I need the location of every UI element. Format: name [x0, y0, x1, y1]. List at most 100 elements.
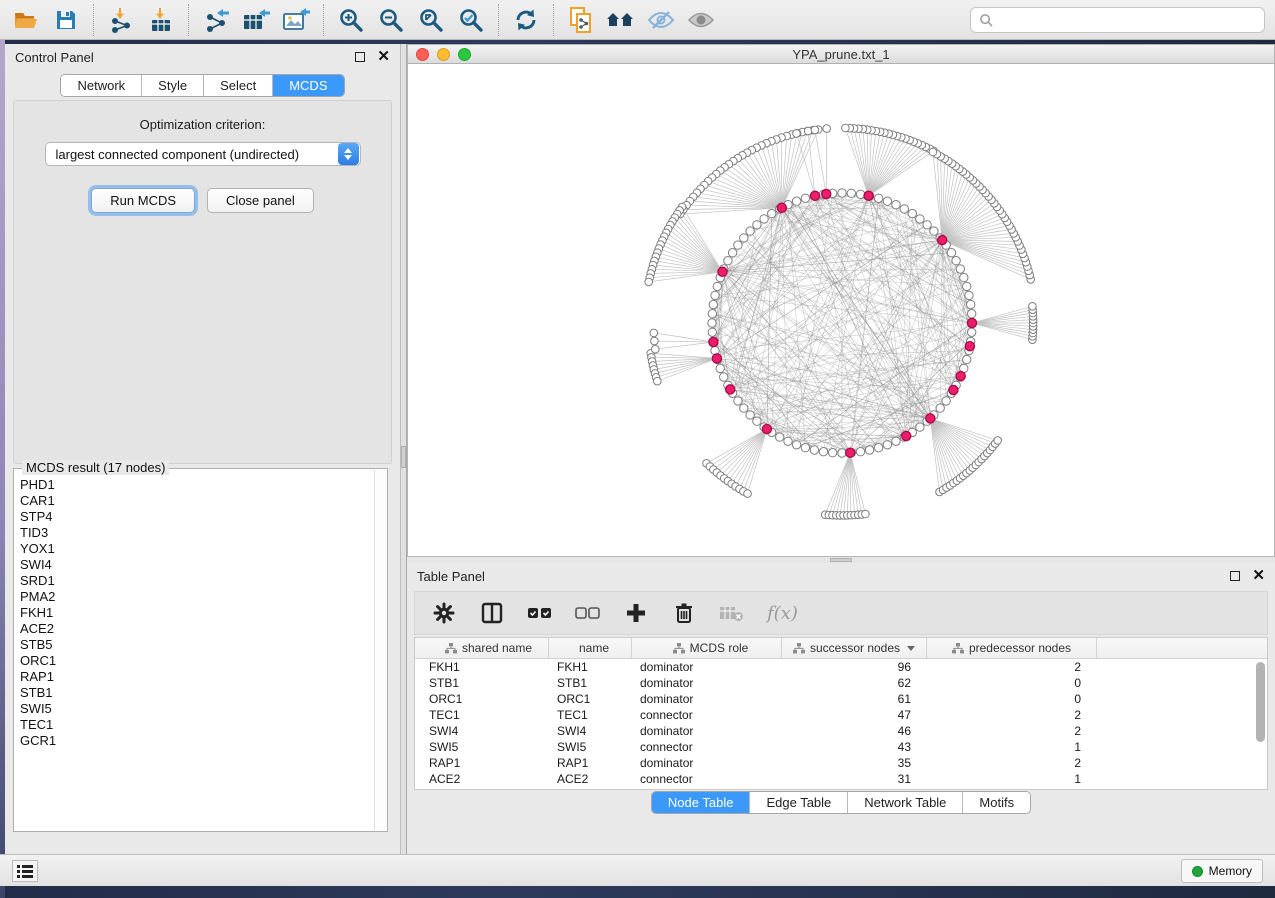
- table-row[interactable]: ACE2ACE2connector311: [415, 771, 1267, 787]
- table-cell: 96: [782, 660, 927, 674]
- column-header-successor-nodes[interactable]: successor nodes: [782, 638, 927, 658]
- mcds-result-item[interactable]: RAP1: [20, 669, 374, 685]
- tab-select[interactable]: Select: [203, 75, 272, 96]
- export-image-icon[interactable]: [276, 4, 316, 36]
- tab-mcds[interactable]: MCDS: [272, 75, 343, 96]
- vertical-splitter[interactable]: [400, 44, 407, 854]
- table-cell: 2: [927, 756, 1097, 770]
- column-header-name[interactable]: name: [549, 638, 632, 658]
- export-network-icon[interactable]: [196, 4, 236, 36]
- table-cell: ORC1: [549, 692, 632, 706]
- hide-selected-icon[interactable]: [641, 4, 681, 36]
- mcds-hub-node: [777, 203, 786, 212]
- node-table[interactable]: shared namenameMCDS rolesuccessor nodesp…: [414, 637, 1268, 790]
- zoom-in-icon[interactable]: [331, 4, 371, 36]
- zoom-out-icon[interactable]: [371, 4, 411, 36]
- function-builder-icon[interactable]: f(x): [767, 603, 798, 624]
- first-neighbors-icon[interactable]: [601, 4, 641, 36]
- mcds-result-item[interactable]: STB1: [20, 685, 374, 701]
- table-tab-network-table[interactable]: Network Table: [847, 792, 962, 813]
- mcds-result-item[interactable]: GCR1: [20, 733, 374, 749]
- mcds-result-item[interactable]: PMA2: [20, 589, 374, 605]
- table-row[interactable]: ORC1ORC1dominator610: [415, 691, 1267, 707]
- mcds-result-group: MCDS result (17 nodes) PHD1CAR1STP4TID3Y…: [13, 468, 388, 832]
- close-panel-icon[interactable]: ✕: [377, 52, 390, 62]
- export-table-icon[interactable]: [236, 4, 276, 36]
- table-scrollbar[interactable]: [1256, 662, 1265, 742]
- network-window-title: YPA_prune.txt_1: [408, 47, 1274, 62]
- table-tab-node-table[interactable]: Node Table: [652, 792, 750, 813]
- network-canvas[interactable]: [408, 64, 1274, 556]
- refresh-view-icon[interactable]: [506, 4, 546, 36]
- mcds-result-item[interactable]: TID3: [20, 525, 374, 541]
- table-cell: RAP1: [415, 756, 549, 770]
- close-panel-icon[interactable]: ✕: [1252, 571, 1265, 581]
- float-panel-icon[interactable]: [1230, 571, 1240, 581]
- table-cell: FKH1: [549, 660, 632, 674]
- table-row[interactable]: STB1STB1dominator620: [415, 675, 1267, 691]
- mcds-result-item[interactable]: SWI5: [20, 701, 374, 717]
- table-row[interactable]: RAP1RAP1dominator352: [415, 755, 1267, 771]
- table-toolbar: f(x): [414, 591, 1268, 635]
- search-input[interactable]: [1000, 13, 1264, 28]
- mcds-result-item[interactable]: ACE2: [20, 621, 374, 637]
- table-row[interactable]: TEC1TEC1connector472: [415, 707, 1267, 723]
- table-cell: 1: [927, 788, 1097, 790]
- task-history-button[interactable]: [12, 860, 38, 882]
- mcds-hub-node: [810, 191, 819, 200]
- mcds-result-item[interactable]: STP4: [20, 509, 374, 525]
- table-tab-edge-table[interactable]: Edge Table: [749, 792, 847, 813]
- table-cell: 35: [782, 756, 927, 770]
- network-graph[interactable]: [408, 64, 1274, 558]
- mcds-result-item[interactable]: SRD1: [20, 573, 374, 589]
- memory-button[interactable]: Memory: [1181, 859, 1263, 883]
- sort-desc-icon: [907, 646, 915, 651]
- search-field[interactable]: [970, 7, 1265, 33]
- splitter-grip[interactable]: [830, 558, 852, 562]
- clone-network-icon[interactable]: [561, 4, 601, 36]
- show-columns-icon[interactable]: [479, 600, 505, 626]
- select-all-icon[interactable]: [527, 600, 553, 626]
- column-header-predecessor-nodes[interactable]: predecessor nodes: [927, 638, 1097, 658]
- mcds-result-item[interactable]: ORC1: [20, 653, 374, 669]
- save-session-icon[interactable]: [46, 4, 86, 36]
- zoom-selected-icon[interactable]: [451, 4, 491, 36]
- mcds-result-item[interactable]: PHD1: [20, 477, 374, 493]
- open-file-icon[interactable]: [6, 4, 46, 36]
- add-column-icon[interactable]: [623, 600, 649, 626]
- mcds-result-item[interactable]: CAR1: [20, 493, 374, 509]
- table-row[interactable]: SWI4SWI4dominator462: [415, 723, 1267, 739]
- mcds-result-list[interactable]: PHD1CAR1STP4TID3YOX1SWI4SRD1PMA2FKH1ACE2…: [20, 477, 374, 829]
- table-settings-gear-icon[interactable]: [431, 600, 457, 626]
- zoom-fit-icon[interactable]: [411, 4, 451, 36]
- mcds-result-item[interactable]: YOX1: [20, 541, 374, 557]
- tab-style[interactable]: Style: [141, 75, 203, 96]
- mcds-result-item[interactable]: TEC1: [20, 717, 374, 733]
- optimization-criterion-dropdown[interactable]: largest connected component (undirected): [45, 142, 361, 166]
- deselect-all-icon[interactable]: [575, 600, 601, 626]
- result-scrollbar[interactable]: [374, 470, 386, 830]
- table-cell: 29: [782, 788, 927, 790]
- table-row[interactable]: FKH1FKH1dominator962: [415, 659, 1267, 675]
- run-mcds-button[interactable]: Run MCDS: [91, 188, 195, 213]
- column-header-shared-name[interactable]: shared name: [415, 638, 549, 658]
- table-tab-motifs[interactable]: Motifs: [962, 792, 1030, 813]
- delete-column-icon[interactable]: [671, 600, 697, 626]
- show-all-icon[interactable]: [681, 4, 721, 36]
- mcds-result-item[interactable]: STB5: [20, 637, 374, 653]
- import-network-icon[interactable]: [101, 4, 141, 36]
- table-row[interactable]: YOX1YOX1connector291: [415, 787, 1267, 790]
- network-window-titlebar[interactable]: YPA_prune.txt_1: [408, 45, 1274, 64]
- mcds-result-item[interactable]: FKH1: [20, 605, 374, 621]
- tab-network[interactable]: Network: [61, 75, 141, 96]
- import-table-icon[interactable]: [141, 4, 181, 36]
- dropdown-selected-value: largest connected component (undirected): [46, 147, 338, 162]
- float-panel-icon[interactable]: [355, 52, 365, 62]
- column-header-MCDS-role[interactable]: MCDS role: [632, 638, 782, 658]
- table-cell: 43: [782, 740, 927, 754]
- delete-table-icon[interactable]: [719, 600, 745, 626]
- splitter-grip[interactable]: [401, 446, 406, 468]
- mcds-result-item[interactable]: SWI4: [20, 557, 374, 573]
- close-panel-button[interactable]: Close panel: [207, 188, 314, 213]
- table-row[interactable]: SWI5SWI5connector431: [415, 739, 1267, 755]
